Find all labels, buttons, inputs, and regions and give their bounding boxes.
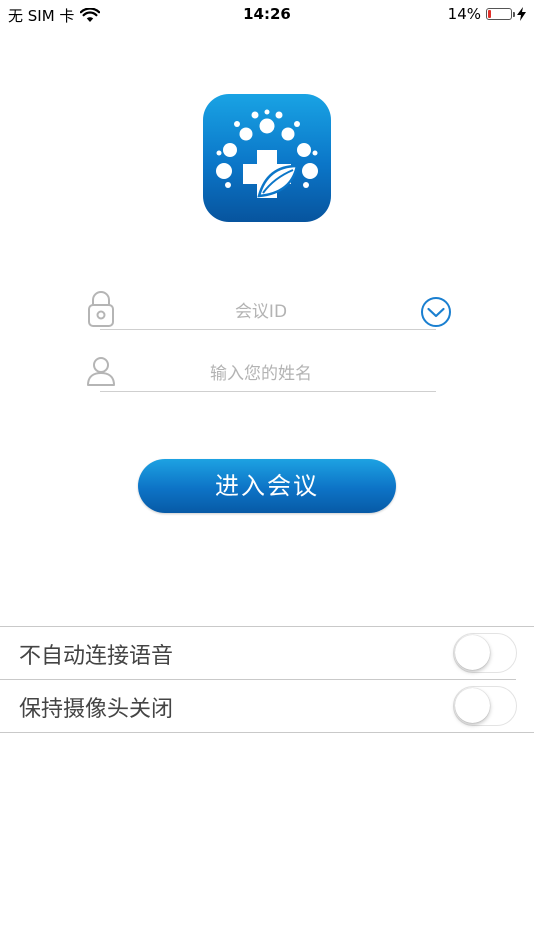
no-audio-toggle[interactable] xyxy=(453,633,517,673)
enter-meeting-button[interactable]: 进入会议 xyxy=(138,459,396,513)
divider xyxy=(0,732,534,733)
status-bar: 无 SIM 卡 14:26 14% xyxy=(0,0,534,28)
charging-bolt-icon xyxy=(517,7,526,21)
name-input[interactable]: 输入您的姓名 xyxy=(116,359,406,384)
setting-label: 保持摄像头关闭 xyxy=(19,697,174,722)
meeting-id-field[interactable]: 会议ID xyxy=(86,290,436,330)
app-logo xyxy=(203,94,331,222)
toggle-knob xyxy=(455,635,490,670)
user-icon xyxy=(87,357,115,386)
toggle-knob xyxy=(455,688,490,723)
meeting-id-input[interactable]: 会议ID xyxy=(116,297,406,322)
camera-off-toggle[interactable] xyxy=(453,686,517,726)
name-underline xyxy=(100,391,436,392)
battery-level xyxy=(488,10,491,18)
medical-cross-leaf-logo xyxy=(216,109,318,198)
chevron-down-icon[interactable] xyxy=(420,296,452,328)
battery-icon xyxy=(486,8,515,20)
lock-icon xyxy=(88,291,114,327)
battery-percent: 14% xyxy=(447,5,481,23)
name-field[interactable]: 输入您的姓名 xyxy=(86,352,436,392)
setting-row-no-audio: 不自动连接语音 xyxy=(0,627,534,679)
setting-label: 不自动连接语音 xyxy=(19,644,174,669)
setting-row-camera-off: 保持摄像头关闭 xyxy=(0,680,534,732)
meeting-id-underline xyxy=(100,329,436,330)
